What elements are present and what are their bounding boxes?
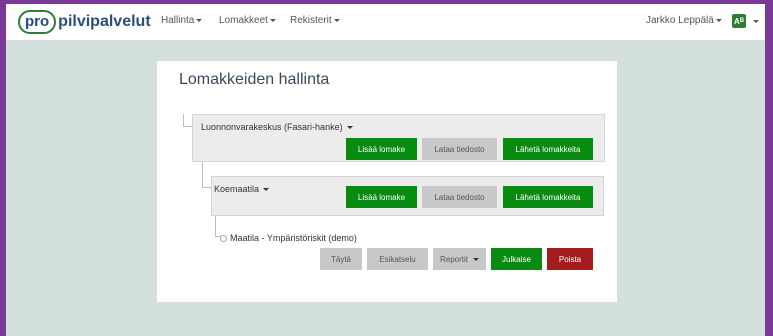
tree-line — [183, 126, 192, 127]
upload-file-button[interactable]: Lataa tiedosto — [422, 186, 497, 208]
preview-button[interactable]: Esikatselu — [367, 248, 428, 270]
caret-down-icon — [269, 19, 276, 22]
user-name: Jarkko Leppälä — [646, 15, 714, 26]
language-flag-icon[interactable]: AB — [732, 14, 746, 28]
caret-down-icon — [263, 187, 270, 191]
tree-line — [202, 187, 211, 188]
menu-lomakkeet[interactable]: Lomakkeet — [219, 15, 276, 26]
logo-pro: pro — [18, 10, 57, 34]
page-title: Lomakkeiden hallinta — [179, 71, 330, 88]
fill-button[interactable]: Täytä — [320, 248, 362, 270]
menu-lomakkeet-label: Lomakkeet — [219, 15, 268, 26]
farm-label: Koemaatila — [214, 184, 260, 194]
caret-down-icon — [473, 257, 479, 261]
add-form-button[interactable]: Lisää lomake — [346, 186, 417, 208]
menu-rekisterit[interactable]: Rekisterit — [290, 15, 340, 26]
caret-down-icon[interactable] — [753, 20, 759, 23]
user-menu[interactable]: Jarkko Leppälä — [646, 15, 722, 26]
tree-line — [215, 213, 216, 237]
caret-down-icon — [333, 19, 340, 22]
reports-dropdown-button[interactable]: Reportit — [433, 248, 486, 270]
form-item-label: Maatila - Ympäristöriskit (demo) — [230, 233, 357, 243]
farm-dropdown[interactable]: Koemaatila — [214, 184, 270, 194]
logo[interactable]: pro pilvipalvelut — [18, 9, 151, 35]
send-forms-button[interactable]: Lähetä lomakkeita — [503, 186, 593, 208]
caret-down-icon — [715, 19, 722, 22]
caret-down-icon — [196, 19, 203, 22]
delete-button[interactable]: Poista — [547, 248, 593, 270]
app-window: pro pilvipalvelut Hallinta Lomakkeet Rek… — [6, 4, 765, 336]
menu-hallinta-label: Hallinta — [161, 15, 195, 26]
circle-icon — [220, 234, 227, 242]
menu-rekisterit-label: Rekisterit — [290, 15, 332, 26]
add-form-button[interactable]: Lisää lomake — [346, 138, 417, 160]
menu-hallinta[interactable]: Hallinta — [161, 15, 203, 26]
logo-text: pilvipalvelut — [58, 13, 151, 30]
caret-down-icon — [346, 125, 353, 129]
reports-label: Reportit — [439, 254, 468, 264]
tree-line — [202, 162, 203, 188]
organization-label: Luonnonvarakeskus (Fasari-hanke) — [201, 122, 343, 132]
navbar: pro pilvipalvelut Hallinta Lomakkeet Rek… — [6, 4, 765, 41]
publish-button[interactable]: Julkaise — [491, 248, 542, 270]
organization-dropdown[interactable]: Luonnonvarakeskus (Fasari-hanke) — [201, 122, 353, 132]
form-item[interactable]: Maatila - Ympäristöriskit (demo) — [220, 233, 357, 243]
send-forms-button[interactable]: Lähetä lomakkeita — [503, 138, 593, 160]
upload-file-button[interactable]: Lataa tiedosto — [422, 138, 497, 160]
